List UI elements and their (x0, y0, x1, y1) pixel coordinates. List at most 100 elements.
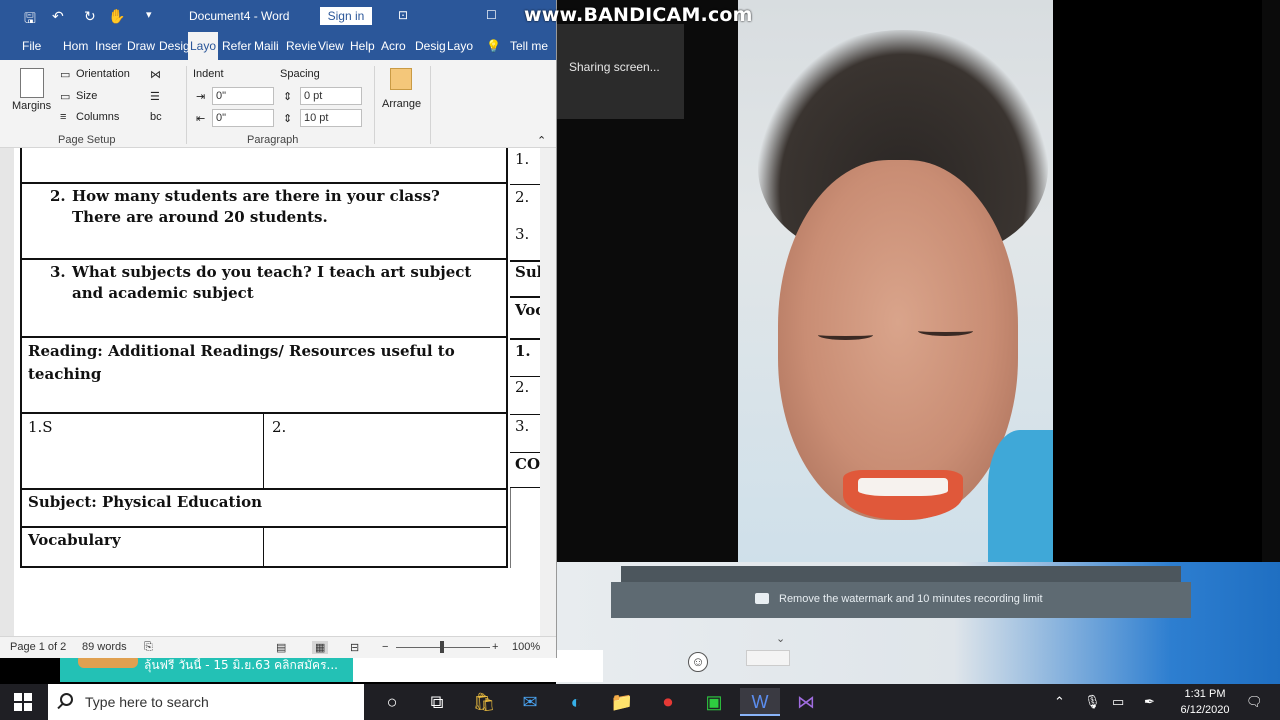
tab-draw[interactable]: Draw (127, 39, 155, 53)
clock-time: 1:31 PM (1184, 688, 1226, 700)
network-icon[interactable]: ▭ (1112, 694, 1124, 710)
resource-item: 2. (272, 418, 287, 436)
system-clock[interactable]: 1:31 PM 6/12/2020 (1170, 686, 1240, 718)
zoom-out-icon[interactable]: − (382, 641, 388, 653)
proofing-icon[interactable]: ⎘ (144, 641, 153, 654)
hyphenation-icon[interactable]: bc (150, 111, 162, 123)
save-icon[interactable]: 🖫 (24, 8, 36, 32)
file-explorer-icon[interactable]: 📁 (602, 688, 642, 716)
arrange-icon[interactable] (390, 68, 412, 90)
zoom-in-icon[interactable]: + (492, 641, 498, 653)
zoom-level[interactable]: 100% (512, 641, 540, 653)
question-text: What subjects do you teach? I teach art … (72, 263, 472, 302)
search-placeholder: Type here to search (85, 694, 209, 710)
title-bar: 🖫 ↶ ↻ ✋ ▾ Document4 - Word Sign in ⊡ ☐ (0, 0, 556, 32)
margins-button[interactable]: Margins (12, 100, 51, 112)
spacing-after-input[interactable]: 10 pt (300, 109, 362, 127)
tab-acrobat[interactable]: Acro (381, 39, 406, 53)
tab-view[interactable]: View (318, 39, 344, 53)
zoom-slider-thumb[interactable] (440, 641, 444, 653)
chevron-down-icon[interactable]: ⌄ (776, 632, 785, 645)
bandicam-record-icon[interactable]: ⏺ (648, 688, 688, 716)
visual-studio-icon[interactable]: ⋈ (786, 688, 826, 716)
orientation-button[interactable]: Orientation (76, 68, 130, 80)
table-cell[interactable]: 2. (264, 414, 508, 490)
paragraph-group-label: Paragraph (247, 134, 299, 146)
spacing-before-input[interactable]: 0 pt (300, 87, 362, 105)
row-divider (510, 296, 540, 298)
read-mode-icon[interactable]: ▤ (276, 641, 286, 654)
question-number: 3. (50, 263, 66, 281)
webcam-teeth (858, 478, 948, 496)
sign-in-button[interactable]: Sign in (320, 7, 372, 25)
tab-table-layout[interactable]: Layo (447, 39, 473, 53)
vertical-scrollbar[interactable] (540, 148, 556, 636)
spacing-before-icon: ⇕ (283, 91, 293, 103)
microphone-icon[interactable]: 🎙 (1084, 694, 1101, 710)
remove-watermark-message[interactable]: Remove the watermark and 10 minutes reco… (779, 593, 1043, 605)
table-cell[interactable]: Vocabulary (20, 528, 264, 568)
row-divider (510, 376, 540, 377)
line-app-icon[interactable]: ▣ (694, 688, 734, 716)
table-cell[interactable]: Reading: Additional Readings/ Resources … (20, 338, 508, 414)
breaks-icon[interactable]: ⋈ (150, 68, 161, 81)
indent-right-input[interactable]: 0" (212, 109, 274, 127)
remove-watermark-bar[interactable]: Remove the watermark and 10 minutes reco… (611, 582, 1191, 618)
tab-table-design[interactable]: Desig (415, 39, 446, 53)
tab-home[interactable]: Hom (63, 39, 88, 53)
margins-icon[interactable] (20, 68, 44, 98)
taskbar-search-box[interactable]: Type here to search (48, 684, 364, 720)
tab-review[interactable]: Revie (286, 39, 317, 53)
tell-me-search[interactable]: Tell me (510, 39, 548, 53)
print-layout-icon[interactable]: ▦ (312, 641, 329, 654)
right-cell-text: 1. (515, 342, 531, 360)
table-cell[interactable]: 2. How many students are there in your c… (20, 184, 508, 260)
tab-mailings[interactable]: Maili (254, 39, 279, 53)
document-title: Document4 - Word (189, 9, 290, 23)
mail-icon[interactable]: ✉ (510, 688, 550, 716)
collapse-ribbon-icon[interactable]: ⌃ (537, 134, 546, 147)
table-cell[interactable]: Subject: Physical Education (20, 490, 508, 528)
maximize-icon[interactable]: ☐ (486, 8, 497, 22)
columns-button[interactable]: Columns (76, 111, 119, 123)
tab-design[interactable]: Desig (159, 39, 190, 53)
word-count[interactable]: 89 words (82, 641, 127, 653)
web-layout-icon[interactable]: ⊟ (350, 641, 359, 654)
windows-start-icon[interactable] (14, 693, 32, 711)
cortana-icon[interactable]: ○ (372, 688, 412, 716)
notifications-icon[interactable]: 🗨 (1246, 694, 1263, 710)
tab-help[interactable]: Help (350, 39, 375, 53)
tab-file[interactable]: File (22, 39, 41, 53)
lightbulb-icon[interactable]: 💡 (486, 39, 501, 53)
emoji-icon[interactable]: ☺ (688, 652, 708, 672)
spacing-label: Spacing (280, 68, 320, 80)
pen-icon[interactable]: ✒ (1144, 694, 1155, 710)
tab-insert[interactable]: Inser (95, 39, 122, 53)
tab-layout[interactable]: Layo (188, 32, 219, 60)
store-icon[interactable]: 🛍 (464, 688, 504, 716)
table-cell[interactable] (264, 528, 508, 568)
webcam-shirt (988, 430, 1053, 562)
task-view-icon[interactable]: ⧉ (417, 688, 457, 716)
word-app-icon[interactable]: W (740, 688, 780, 716)
undo-icon[interactable]: ↶ (52, 8, 64, 25)
customize-toolbar-icon[interactable]: ▾ (146, 8, 152, 21)
indent-left-input[interactable]: 0" (212, 87, 274, 105)
document-page[interactable]: 2. How many students are there in your c… (14, 148, 547, 636)
table-cell[interactable]: 3. What subjects do you teach? I teach a… (20, 260, 508, 338)
chat-attachment-icons[interactable] (746, 650, 790, 666)
page-count[interactable]: Page 1 of 2 (10, 641, 66, 653)
redo-icon[interactable]: ↻ (84, 8, 96, 25)
table-cell[interactable] (20, 148, 508, 184)
arrange-button[interactable]: Arrange (382, 98, 421, 110)
table-cell[interactable]: 1.S (20, 414, 264, 490)
line-numbers-icon[interactable]: ☰ (150, 90, 160, 103)
ribbon-display-icon[interactable]: ⊡ (398, 8, 408, 22)
size-button[interactable]: Size (76, 90, 97, 102)
show-hidden-icons[interactable]: ⌃ (1054, 694, 1065, 710)
edge-icon[interactable]: ◐ (556, 688, 596, 716)
tab-references[interactable]: Refer (222, 39, 251, 53)
vocabulary-heading: Vocabulary (28, 531, 121, 549)
touch-mode-icon[interactable]: ✋ (108, 8, 125, 25)
message-icon (755, 593, 769, 604)
